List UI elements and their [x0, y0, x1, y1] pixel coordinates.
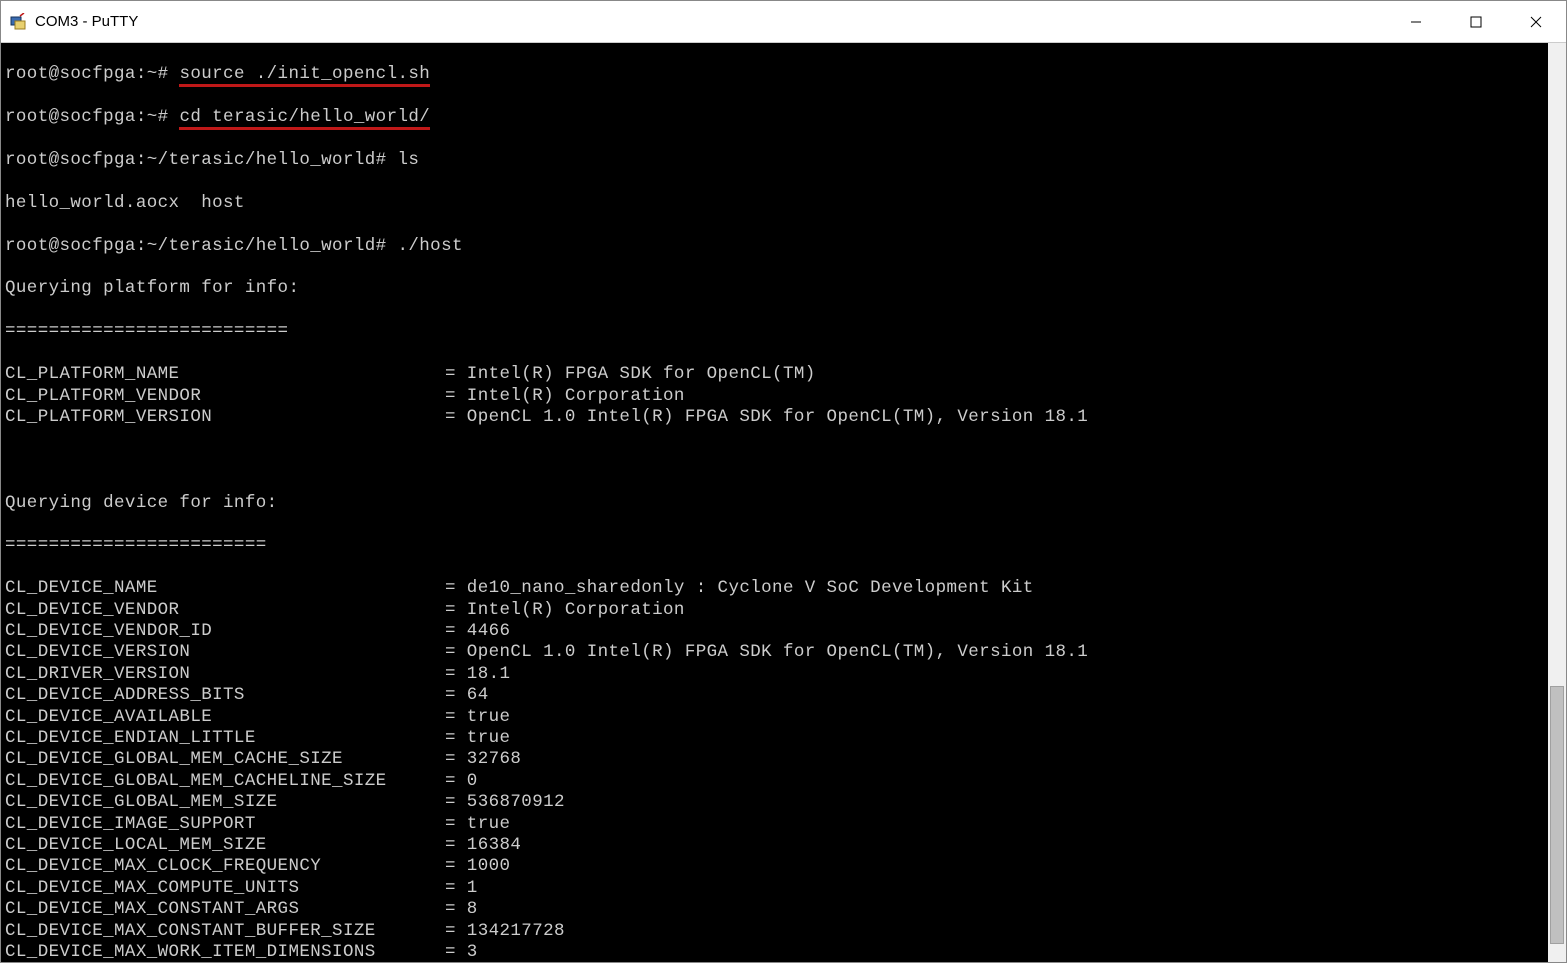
- separator: ==========================: [5, 321, 1544, 342]
- prompt: root@socfpga:~#: [5, 64, 179, 84]
- scrollbar[interactable]: [1548, 43, 1566, 962]
- kv-row: CL_PLATFORM_VERSION= OpenCL 1.0 Intel(R)…: [5, 407, 1544, 428]
- kv-key: CL_DEVICE_NAME: [5, 578, 445, 599]
- kv-key: CL_DEVICE_IMAGE_SUPPORT: [5, 814, 445, 835]
- ls-output: hello_world.aocx host: [5, 193, 1544, 214]
- section-header: Querying device for info:: [5, 493, 1544, 514]
- command: ./host: [397, 236, 462, 256]
- kv-value: = OpenCL 1.0 Intel(R) FPGA SDK for OpenC…: [445, 407, 1088, 427]
- kv-key: CL_DEVICE_ENDIAN_LITTLE: [5, 728, 445, 749]
- kv-value: = true: [445, 728, 510, 748]
- kv-key: CL_DEVICE_ADDRESS_BITS: [5, 685, 445, 706]
- kv-row: CL_DEVICE_ENDIAN_LITTLE= true: [5, 728, 1544, 749]
- command: cd terasic/hello_world/: [179, 107, 430, 130]
- kv-value: = 18.1: [445, 664, 510, 684]
- minimize-button[interactable]: [1386, 1, 1446, 42]
- kv-row: CL_DEVICE_VERSION= OpenCL 1.0 Intel(R) F…: [5, 642, 1544, 663]
- kv-row: CL_DEVICE_GLOBAL_MEM_CACHE_SIZE= 32768: [5, 749, 1544, 770]
- kv-value: = 4466: [445, 621, 510, 641]
- command: source ./init_opencl.sh: [179, 64, 430, 87]
- kv-row: CL_DEVICE_VENDOR_ID= 4466: [5, 621, 1544, 642]
- kv-value: = Intel(R) Corporation: [445, 600, 685, 620]
- kv-row: CL_DEVICE_MAX_CONSTANT_BUFFER_SIZE= 1342…: [5, 921, 1544, 942]
- kv-row: CL_PLATFORM_NAME= Intel(R) FPGA SDK for …: [5, 364, 1544, 385]
- kv-key: CL_PLATFORM_VENDOR: [5, 386, 445, 407]
- kv-key: CL_DRIVER_VERSION: [5, 664, 445, 685]
- kv-key: CL_DEVICE_LOCAL_MEM_SIZE: [5, 835, 445, 856]
- kv-key: CL_DEVICE_GLOBAL_MEM_SIZE: [5, 792, 445, 813]
- window-controls: [1386, 1, 1566, 42]
- kv-value: = 536870912: [445, 792, 565, 812]
- separator: ========================: [5, 535, 1544, 556]
- close-button[interactable]: [1506, 1, 1566, 42]
- kv-value: = 134217728: [445, 921, 565, 941]
- window-title: COM3 - PuTTY: [35, 13, 1386, 30]
- kv-row: CL_DRIVER_VERSION= 18.1: [5, 664, 1544, 685]
- kv-row: CL_DEVICE_NAME= de10_nano_sharedonly : C…: [5, 578, 1544, 599]
- kv-value: = true: [445, 707, 510, 727]
- kv-value: = 0: [445, 771, 478, 791]
- kv-row: CL_DEVICE_MAX_WORK_ITEM_DIMENSIONS= 3: [5, 942, 1544, 962]
- kv-value: = 8: [445, 899, 478, 919]
- titlebar[interactable]: COM3 - PuTTY: [1, 1, 1566, 43]
- kv-key: CL_DEVICE_VENDOR: [5, 600, 445, 621]
- kv-value: = true: [445, 814, 510, 834]
- kv-value: = Intel(R) Corporation: [445, 386, 685, 406]
- kv-row: CL_DEVICE_MAX_CONSTANT_ARGS= 8: [5, 899, 1544, 920]
- kv-row: CL_DEVICE_AVAILABLE= true: [5, 707, 1544, 728]
- prompt: root@socfpga:~#: [5, 107, 179, 127]
- kv-value: = Intel(R) FPGA SDK for OpenCL(TM): [445, 364, 816, 384]
- kv-value: = 64: [445, 685, 489, 705]
- kv-key: CL_DEVICE_AVAILABLE: [5, 707, 445, 728]
- kv-row: CL_DEVICE_LOCAL_MEM_SIZE= 16384: [5, 835, 1544, 856]
- kv-key: CL_DEVICE_VERSION: [5, 642, 445, 663]
- kv-key: CL_DEVICE_MAX_COMPUTE_UNITS: [5, 878, 445, 899]
- maximize-button[interactable]: [1446, 1, 1506, 42]
- kv-value: = de10_nano_sharedonly : Cyclone V SoC D…: [445, 578, 1034, 598]
- prompt: root@socfpga:~/terasic/hello_world#: [5, 150, 397, 170]
- command: ls: [397, 150, 419, 170]
- scrollbar-thumb[interactable]: [1550, 686, 1564, 943]
- kv-row: CL_DEVICE_GLOBAL_MEM_CACHELINE_SIZE= 0: [5, 771, 1544, 792]
- kv-key: CL_DEVICE_MAX_WORK_ITEM_DIMENSIONS: [5, 942, 445, 962]
- kv-row: CL_DEVICE_IMAGE_SUPPORT= true: [5, 814, 1544, 835]
- kv-key: CL_DEVICE_VENDOR_ID: [5, 621, 445, 642]
- kv-row: CL_DEVICE_MAX_CLOCK_FREQUENCY= 1000: [5, 856, 1544, 877]
- kv-value: = 1: [445, 878, 478, 898]
- kv-key: CL_PLATFORM_VERSION: [5, 407, 445, 428]
- kv-row: CL_DEVICE_GLOBAL_MEM_SIZE= 536870912: [5, 792, 1544, 813]
- kv-row: CL_PLATFORM_VENDOR= Intel(R) Corporation: [5, 386, 1544, 407]
- kv-row: CL_DEVICE_ADDRESS_BITS= 64: [5, 685, 1544, 706]
- kv-key: CL_DEVICE_GLOBAL_MEM_CACHELINE_SIZE: [5, 771, 445, 792]
- kv-row: CL_DEVICE_VENDOR= Intel(R) Corporation: [5, 600, 1544, 621]
- kv-key: CL_DEVICE_MAX_CONSTANT_BUFFER_SIZE: [5, 921, 445, 942]
- kv-value: = 1000: [445, 856, 510, 876]
- kv-value: = 3: [445, 942, 478, 962]
- terminal-output[interactable]: root@socfpga:~# source ./init_opencl.sh …: [1, 43, 1548, 962]
- kv-value: = 32768: [445, 749, 521, 769]
- kv-value: = OpenCL 1.0 Intel(R) FPGA SDK for OpenC…: [445, 642, 1088, 662]
- putty-icon: [9, 13, 27, 31]
- kv-key: CL_PLATFORM_NAME: [5, 364, 445, 385]
- prompt: root@socfpga:~/terasic/hello_world#: [5, 236, 397, 256]
- section-header: Querying platform for info:: [5, 278, 1544, 299]
- kv-key: CL_DEVICE_GLOBAL_MEM_CACHE_SIZE: [5, 749, 445, 770]
- kv-key: CL_DEVICE_MAX_CLOCK_FREQUENCY: [5, 856, 445, 877]
- kv-value: = 16384: [445, 835, 521, 855]
- kv-key: CL_DEVICE_MAX_CONSTANT_ARGS: [5, 899, 445, 920]
- kv-row: CL_DEVICE_MAX_COMPUTE_UNITS= 1: [5, 878, 1544, 899]
